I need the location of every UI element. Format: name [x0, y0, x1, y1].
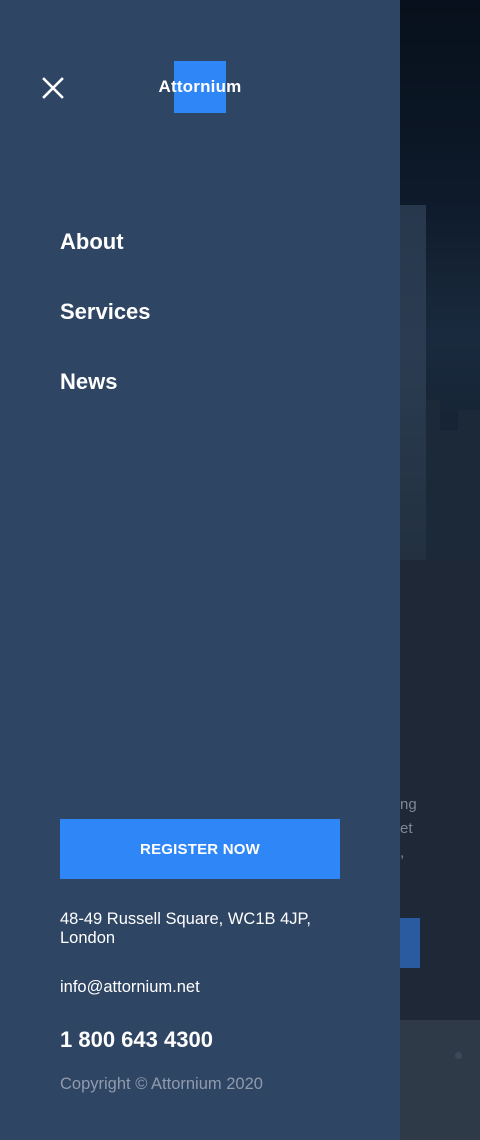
phone-link[interactable]: 1 800 643 4300: [60, 1027, 213, 1053]
email-link[interactable]: info@attornium.net: [60, 978, 200, 997]
section-button[interactable]: [400, 918, 420, 968]
register-now-button[interactable]: REGISTER NOW: [60, 819, 340, 879]
section-text-line: ,: [400, 844, 405, 861]
drawer-nav: About Services News: [60, 226, 151, 436]
logo[interactable]: Attornium: [150, 61, 250, 113]
nav-item-services[interactable]: Services: [60, 296, 151, 366]
nav-item-news[interactable]: News: [60, 366, 151, 436]
close-button[interactable]: [36, 71, 70, 105]
copyright: Copyright © Attornium 2020: [60, 1075, 263, 1093]
navigation-drawer: Attornium About Services News REGISTER N…: [0, 0, 400, 1140]
skyline-building: [458, 410, 480, 560]
address: 48-49 Russell Square, WC1B 4JP, London: [60, 910, 311, 947]
skyline-building: [440, 430, 458, 560]
footer-dot: [455, 1052, 462, 1059]
section-text-line: ng: [400, 796, 417, 813]
nav-item-about[interactable]: About: [60, 226, 151, 296]
section-text-line: et: [400, 820, 413, 837]
logo-text: Attornium: [158, 77, 242, 96]
close-icon: [42, 77, 64, 99]
